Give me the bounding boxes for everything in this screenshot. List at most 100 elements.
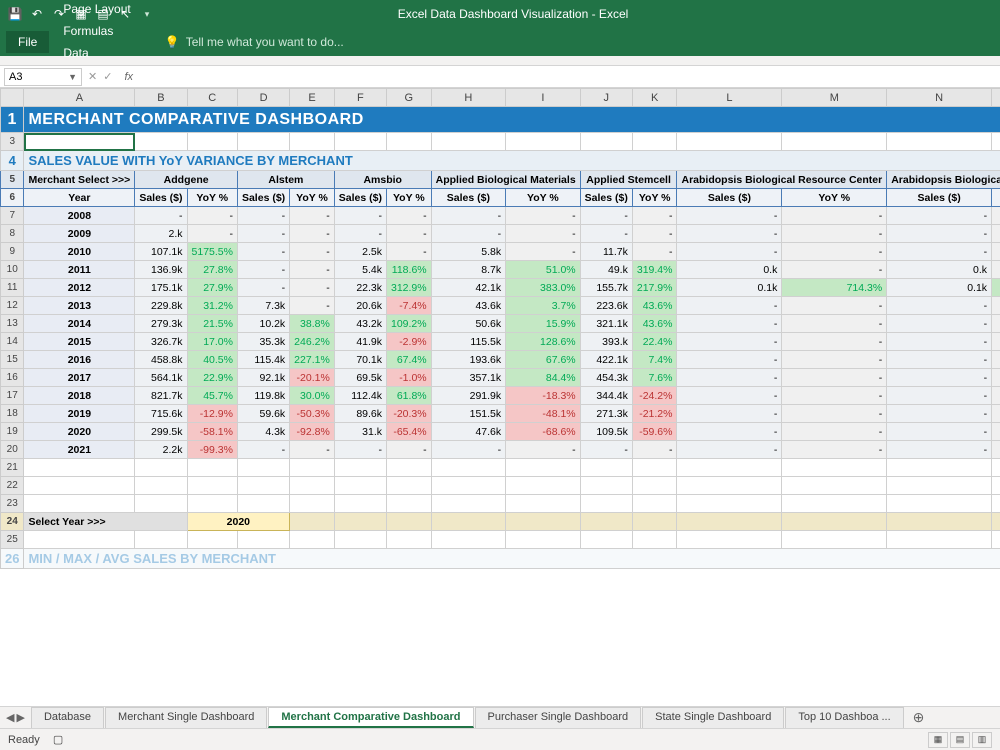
cell[interactable] bbox=[782, 477, 887, 495]
cell[interactable] bbox=[387, 133, 432, 151]
name-box[interactable]: A3 ▼ bbox=[4, 68, 82, 86]
sales-value[interactable]: 2.2k bbox=[135, 441, 187, 459]
year-cell[interactable]: 2018 bbox=[24, 387, 135, 405]
sales-value[interactable]: 49.k bbox=[580, 261, 632, 279]
dashboard-title[interactable]: MERCHANT COMPARATIVE DASHBOARD bbox=[24, 107, 1000, 133]
sales-value[interactable]: - bbox=[677, 243, 782, 261]
yoy-value[interactable]: - bbox=[290, 225, 335, 243]
sales-value[interactable]: - bbox=[580, 441, 632, 459]
year-cell[interactable]: 2011 bbox=[24, 261, 135, 279]
yoy-value[interactable]: 45.7% bbox=[187, 387, 237, 405]
sales-value[interactable]: 193.6k bbox=[431, 351, 506, 369]
add-sheet-icon[interactable]: ⊕ bbox=[905, 709, 933, 726]
sales-value[interactable]: 0.k bbox=[887, 261, 992, 279]
sales-value[interactable]: - bbox=[677, 441, 782, 459]
row-header[interactable]: 19 bbox=[1, 423, 24, 441]
sales-header[interactable]: Sales ($) bbox=[887, 189, 992, 207]
cell[interactable] bbox=[135, 495, 187, 513]
cell[interactable] bbox=[135, 459, 187, 477]
sales-value[interactable]: 20.6k bbox=[334, 297, 386, 315]
row-header[interactable]: 24 bbox=[1, 513, 24, 531]
sales-header[interactable]: Sales ($) bbox=[677, 189, 782, 207]
yoy-value[interactable]: -1.0% bbox=[387, 369, 432, 387]
yoy-value[interactable]: 109.2% bbox=[387, 315, 432, 333]
column-header[interactable]: J bbox=[580, 89, 632, 107]
sales-value[interactable]: 0.1k bbox=[677, 279, 782, 297]
yoy-value[interactable]: 43.6% bbox=[632, 297, 677, 315]
sales-value[interactable]: 10.2k bbox=[237, 315, 289, 333]
view-page-break-icon[interactable]: ▥ bbox=[972, 732, 992, 748]
cell[interactable] bbox=[677, 477, 782, 495]
sales-value[interactable]: 326.7k bbox=[135, 333, 187, 351]
sales-value[interactable]: - bbox=[677, 225, 782, 243]
yoy-value[interactable]: - bbox=[992, 297, 1000, 315]
yoy-value[interactable]: 30.0% bbox=[290, 387, 335, 405]
cell[interactable] bbox=[24, 477, 135, 495]
year-cell[interactable]: 2020 bbox=[24, 423, 135, 441]
column-header[interactable]: F bbox=[334, 89, 386, 107]
cell[interactable] bbox=[632, 495, 677, 513]
merchant-header[interactable]: Amsbio bbox=[334, 171, 431, 189]
sales-value[interactable]: - bbox=[135, 207, 187, 225]
sales-value[interactable]: - bbox=[431, 441, 506, 459]
cell[interactable] bbox=[580, 459, 632, 477]
yoy-value[interactable]: - bbox=[782, 441, 887, 459]
yoy-value[interactable]: 714.3% bbox=[992, 279, 1000, 297]
year-cell[interactable]: 2015 bbox=[24, 333, 135, 351]
cell[interactable] bbox=[782, 133, 887, 151]
yoy-value[interactable]: - bbox=[387, 441, 432, 459]
year-cell[interactable]: 2014 bbox=[24, 315, 135, 333]
tab-formulas[interactable]: Formulas bbox=[53, 20, 140, 42]
sales-value[interactable]: - bbox=[887, 351, 992, 369]
sales-value[interactable]: - bbox=[580, 207, 632, 225]
yoy-value[interactable]: 5175.5% bbox=[187, 243, 237, 261]
merchant-header[interactable]: Arabidopsis Biological Resource Center bbox=[887, 171, 1000, 189]
cell[interactable] bbox=[580, 495, 632, 513]
yoy-value[interactable]: 3.7% bbox=[506, 297, 581, 315]
yoy-value[interactable]: - bbox=[992, 369, 1000, 387]
sales-value[interactable]: 715.6k bbox=[135, 405, 187, 423]
cell[interactable] bbox=[782, 531, 887, 549]
sales-value[interactable]: 321.1k bbox=[580, 315, 632, 333]
sales-header[interactable]: Sales ($) bbox=[334, 189, 386, 207]
row-header[interactable]: 8 bbox=[1, 225, 24, 243]
cell[interactable] bbox=[506, 477, 581, 495]
sales-value[interactable]: - bbox=[887, 387, 992, 405]
yoy-value[interactable]: - bbox=[290, 261, 335, 279]
sales-value[interactable]: 229.8k bbox=[135, 297, 187, 315]
sales-value[interactable]: 299.5k bbox=[135, 423, 187, 441]
cell[interactable] bbox=[24, 531, 135, 549]
year-cell[interactable]: 2009 bbox=[24, 225, 135, 243]
yoy-header[interactable]: YoY % bbox=[506, 189, 581, 207]
column-header[interactable]: D bbox=[237, 89, 289, 107]
yoy-value[interactable]: 27.9% bbox=[187, 279, 237, 297]
sales-value[interactable]: - bbox=[237, 207, 289, 225]
yoy-value[interactable]: - bbox=[992, 423, 1000, 441]
sheet-tab[interactable]: Database bbox=[31, 707, 104, 728]
row-header[interactable]: 14 bbox=[1, 333, 24, 351]
yoy-value[interactable]: -18.3% bbox=[506, 387, 581, 405]
yoy-value[interactable]: -65.4% bbox=[387, 423, 432, 441]
sales-value[interactable]: 35.3k bbox=[237, 333, 289, 351]
cell[interactable] bbox=[24, 459, 135, 477]
yoy-value[interactable]: -58.1% bbox=[187, 423, 237, 441]
sales-value[interactable]: 59.6k bbox=[237, 405, 289, 423]
row-header[interactable]: 10 bbox=[1, 261, 24, 279]
yoy-value[interactable]: 15.9% bbox=[506, 315, 581, 333]
sales-value[interactable]: 31.k bbox=[334, 423, 386, 441]
yoy-value[interactable]: -20.3% bbox=[387, 405, 432, 423]
row-header[interactable]: 21 bbox=[1, 459, 24, 477]
cell[interactable] bbox=[431, 459, 506, 477]
yoy-value[interactable]: -21.2% bbox=[632, 405, 677, 423]
yoy-value[interactable]: - bbox=[992, 387, 1000, 405]
yoy-value[interactable]: 61.8% bbox=[387, 387, 432, 405]
yoy-value[interactable]: 67.4% bbox=[387, 351, 432, 369]
cell[interactable] bbox=[506, 495, 581, 513]
cancel-icon[interactable]: ✕ bbox=[88, 70, 97, 83]
column-header[interactable]: K bbox=[632, 89, 677, 107]
column-header[interactable]: H bbox=[431, 89, 506, 107]
cell[interactable] bbox=[580, 477, 632, 495]
yoy-value[interactable]: - bbox=[782, 423, 887, 441]
yoy-value[interactable]: - bbox=[290, 297, 335, 315]
sales-value[interactable]: - bbox=[887, 225, 992, 243]
